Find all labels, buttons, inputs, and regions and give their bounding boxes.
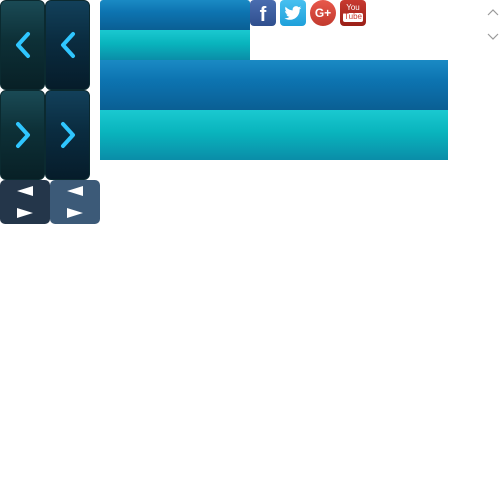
google-plus-glyph: G+ — [314, 6, 332, 20]
youtube-icon[interactable]: You Tube — [340, 0, 366, 26]
youtube-top-text: You — [346, 3, 360, 13]
next-arrow-tile[interactable] — [0, 90, 45, 180]
mini-prev-button[interactable] — [0, 180, 50, 202]
twitter-bird-glyph — [284, 5, 302, 20]
triangle-right-icon — [67, 208, 83, 218]
chevron-down-icon — [487, 33, 499, 40]
next-arrow-tile-hover[interactable] — [45, 90, 90, 180]
chevron-up-icon — [487, 9, 499, 16]
prev-arrow-tile[interactable] — [0, 0, 45, 90]
facebook-glyph: f — [259, 4, 267, 26]
prev-arrow-tile-hover[interactable] — [45, 0, 90, 90]
scroll-down-button[interactable] — [486, 29, 500, 45]
large-blue-bar — [100, 60, 448, 110]
facebook-icon[interactable]: f — [250, 0, 276, 26]
chevron-left-icon — [15, 32, 30, 58]
chevron-right-icon — [15, 122, 30, 148]
scroll-up-button[interactable] — [486, 4, 500, 20]
triangle-right-icon — [17, 208, 33, 218]
chevron-left-icon — [60, 32, 75, 58]
triangle-left-icon — [67, 186, 83, 196]
twitter-icon[interactable] — [280, 0, 306, 26]
small-teal-bar — [100, 30, 250, 60]
mini-next-button-hover[interactable] — [50, 202, 100, 224]
large-teal-bar — [100, 110, 448, 160]
google-plus-icon[interactable]: G+ — [310, 0, 336, 26]
mini-next-button[interactable] — [0, 202, 50, 224]
mini-prev-button-hover[interactable] — [50, 180, 100, 202]
triangle-left-icon — [17, 186, 33, 196]
chevron-right-icon — [60, 122, 75, 148]
youtube-bottom-text: Tube — [343, 12, 363, 22]
small-blue-bar — [100, 0, 250, 30]
